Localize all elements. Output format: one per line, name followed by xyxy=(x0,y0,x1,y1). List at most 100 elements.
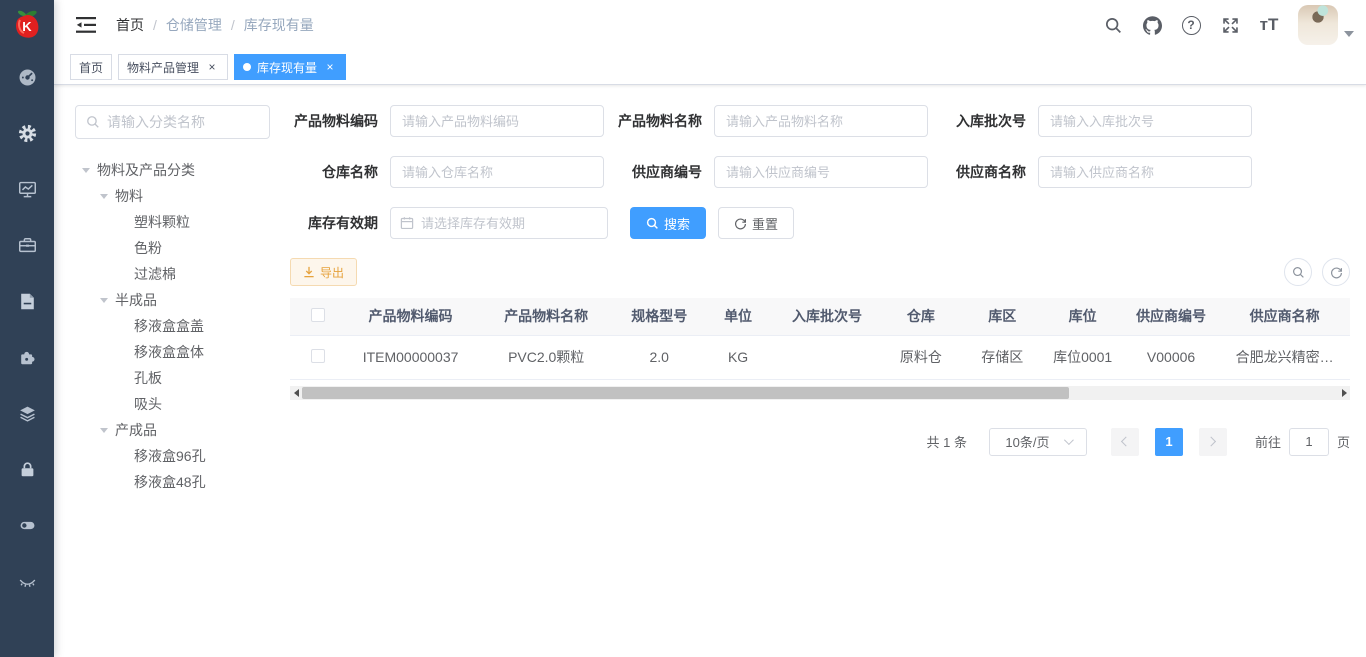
tree-node-leaf[interactable]: 塑料颗粒 xyxy=(75,209,270,235)
help-icon[interactable]: ? xyxy=(1181,15,1201,35)
caret-down-icon[interactable] xyxy=(100,428,108,433)
tree-search-input[interactable] xyxy=(107,114,259,130)
caret-down-icon[interactable] xyxy=(82,168,90,173)
scroll-left-arrow[interactable] xyxy=(290,386,302,400)
search-button[interactable]: 搜索 xyxy=(630,207,706,239)
layers-icon[interactable] xyxy=(17,403,38,424)
cell-batch-no xyxy=(774,335,879,379)
total-count: 共 1 条 xyxy=(927,432,967,451)
tree-node-leaf[interactable]: 移液盒盒盖 xyxy=(75,313,270,339)
item-name-input[interactable] xyxy=(714,105,928,137)
tab-label: 物料产品管理 xyxy=(127,59,199,76)
warehouse-name-input[interactable] xyxy=(390,156,604,188)
app-logo[interactable]: K xyxy=(0,0,54,50)
tree-node-root[interactable]: 物料及产品分类 xyxy=(75,157,270,183)
export-button[interactable]: 导出 xyxy=(290,258,357,286)
prev-page-button[interactable] xyxy=(1111,428,1139,456)
header-search-icon[interactable] xyxy=(1103,15,1123,35)
reset-button[interactable]: 重置 xyxy=(718,207,794,239)
filter-warehouse-name: 仓库名称 xyxy=(290,156,604,188)
category-tree-panel: 物料及产品分类 物料 塑料颗粒 色粉 过滤棉 半成品 移液盒盒盖 移液盒盒体 孔… xyxy=(75,105,270,495)
item-code-input[interactable] xyxy=(390,105,604,137)
table-header-row: 产品物料编码 产品物料名称 规格型号 单位 入库批次号 仓库 库区 库位 供应商… xyxy=(290,298,1350,335)
filter-form: 产品物料编码 产品物料名称 入库批次号 仓库名称 供应商编号 xyxy=(290,86,1350,239)
tree-node-leaf[interactable]: 移液盒盒体 xyxy=(75,339,270,365)
breadcrumb-home[interactable]: 首页 xyxy=(116,15,144,35)
page-number-1[interactable]: 1 xyxy=(1155,428,1183,456)
row-select-cell xyxy=(290,335,345,379)
work-area: 产品物料编码 产品物料名称 入库批次号 仓库名称 供应商编号 xyxy=(290,86,1350,456)
tree-node-material[interactable]: 物料 xyxy=(75,183,270,209)
close-icon[interactable]: × xyxy=(205,60,219,74)
tree-node-label: 塑料颗粒 xyxy=(134,212,190,232)
tree-node-leaf[interactable]: 孔板 xyxy=(75,365,270,391)
tree-node-label: 孔板 xyxy=(134,368,162,388)
tree-node-leaf[interactable]: 移液盒96孔 xyxy=(75,443,270,469)
select-all-checkbox[interactable] xyxy=(311,308,325,322)
closed-eye-icon[interactable] xyxy=(17,571,38,592)
refresh-table-button[interactable] xyxy=(1322,258,1350,286)
tab-label: 库存现有量 xyxy=(257,59,317,76)
search-icon xyxy=(86,115,100,129)
scrollbar-thumb[interactable] xyxy=(302,387,1069,399)
top-navbar: 首页 / 仓储管理 / 库存现有量 ? тT xyxy=(54,0,1366,50)
tree-node-semifinished[interactable]: 半成品 xyxy=(75,287,270,313)
refresh-icon xyxy=(1330,266,1343,279)
tree-node-label: 半成品 xyxy=(115,290,157,310)
caret-down-icon[interactable] xyxy=(100,194,108,199)
font-size-icon[interactable]: тT xyxy=(1259,15,1279,35)
vendor-code-input[interactable] xyxy=(714,156,928,188)
lock-icon[interactable] xyxy=(17,459,38,480)
close-icon[interactable]: × xyxy=(323,60,337,74)
sidebar-fold-icon[interactable] xyxy=(76,16,96,34)
tab-material-product[interactable]: 物料产品管理 × xyxy=(118,54,228,80)
document-icon[interactable] xyxy=(17,291,38,312)
svg-text:K: K xyxy=(22,19,32,34)
tree-node-leaf[interactable]: 移液盒48孔 xyxy=(75,469,270,495)
fullscreen-icon[interactable] xyxy=(1220,15,1240,35)
scrollbar-track[interactable] xyxy=(302,386,1338,400)
dashboard-icon[interactable] xyxy=(17,67,38,88)
goto-page-input[interactable] xyxy=(1289,428,1329,456)
tree-node-leaf[interactable]: 过滤棉 xyxy=(75,261,270,287)
gear-icon[interactable] xyxy=(17,123,38,144)
avatar[interactable] xyxy=(1298,5,1338,45)
chevron-down-icon xyxy=(1344,31,1354,37)
cell-zone: 存储区 xyxy=(962,335,1042,379)
breadcrumb: 首页 / 仓储管理 / 库存现有量 xyxy=(116,15,314,35)
tree-node-leaf[interactable]: 色粉 xyxy=(75,235,270,261)
search-icon xyxy=(1292,266,1305,279)
tree-node-label: 产成品 xyxy=(115,420,157,440)
toggle-icon[interactable] xyxy=(17,515,38,536)
col-zone: 库区 xyxy=(962,298,1042,335)
tree-node-finished[interactable]: 产成品 xyxy=(75,417,270,443)
cell-unit: KG xyxy=(702,335,774,379)
tab-home[interactable]: 首页 xyxy=(70,54,112,80)
col-location: 库位 xyxy=(1042,298,1122,335)
toggle-search-button[interactable] xyxy=(1284,258,1312,286)
scroll-right-arrow[interactable] xyxy=(1338,386,1350,400)
vendor-name-input[interactable] xyxy=(1038,156,1252,188)
monitor-chart-icon[interactable] xyxy=(17,179,38,200)
github-icon[interactable] xyxy=(1142,15,1162,35)
breadcrumb-separator: / xyxy=(153,17,157,33)
cell-vendor-code: V00006 xyxy=(1123,335,1219,379)
toolbox-icon[interactable] xyxy=(17,235,38,256)
filter-item-code: 产品物料编码 xyxy=(290,105,604,137)
field-label: 仓库名称 xyxy=(290,156,378,188)
expire-date-picker[interactable] xyxy=(390,207,608,239)
cell-warehouse: 原料仓 xyxy=(880,335,962,379)
row-checkbox[interactable] xyxy=(311,349,325,363)
puzzle-icon[interactable] xyxy=(17,347,38,368)
cell-location: 库位0001 xyxy=(1042,335,1122,379)
page-size-value: 10条/页 xyxy=(1005,432,1049,451)
next-page-button[interactable] xyxy=(1199,428,1227,456)
expire-date-input[interactable] xyxy=(421,216,598,231)
caret-down-icon[interactable] xyxy=(100,298,108,303)
tree-node-leaf[interactable]: 吸头 xyxy=(75,391,270,417)
page-size-select[interactable]: 10条/页 xyxy=(989,428,1087,456)
user-menu[interactable] xyxy=(1298,5,1354,45)
tab-inventory-onhand[interactable]: 库存现有量 × xyxy=(234,54,346,80)
batch-no-input[interactable] xyxy=(1038,105,1252,137)
table-row[interactable]: ITEM00000037 PVC2.0颗粒 2.0 KG 原料仓 存储区 库位0… xyxy=(290,335,1350,379)
